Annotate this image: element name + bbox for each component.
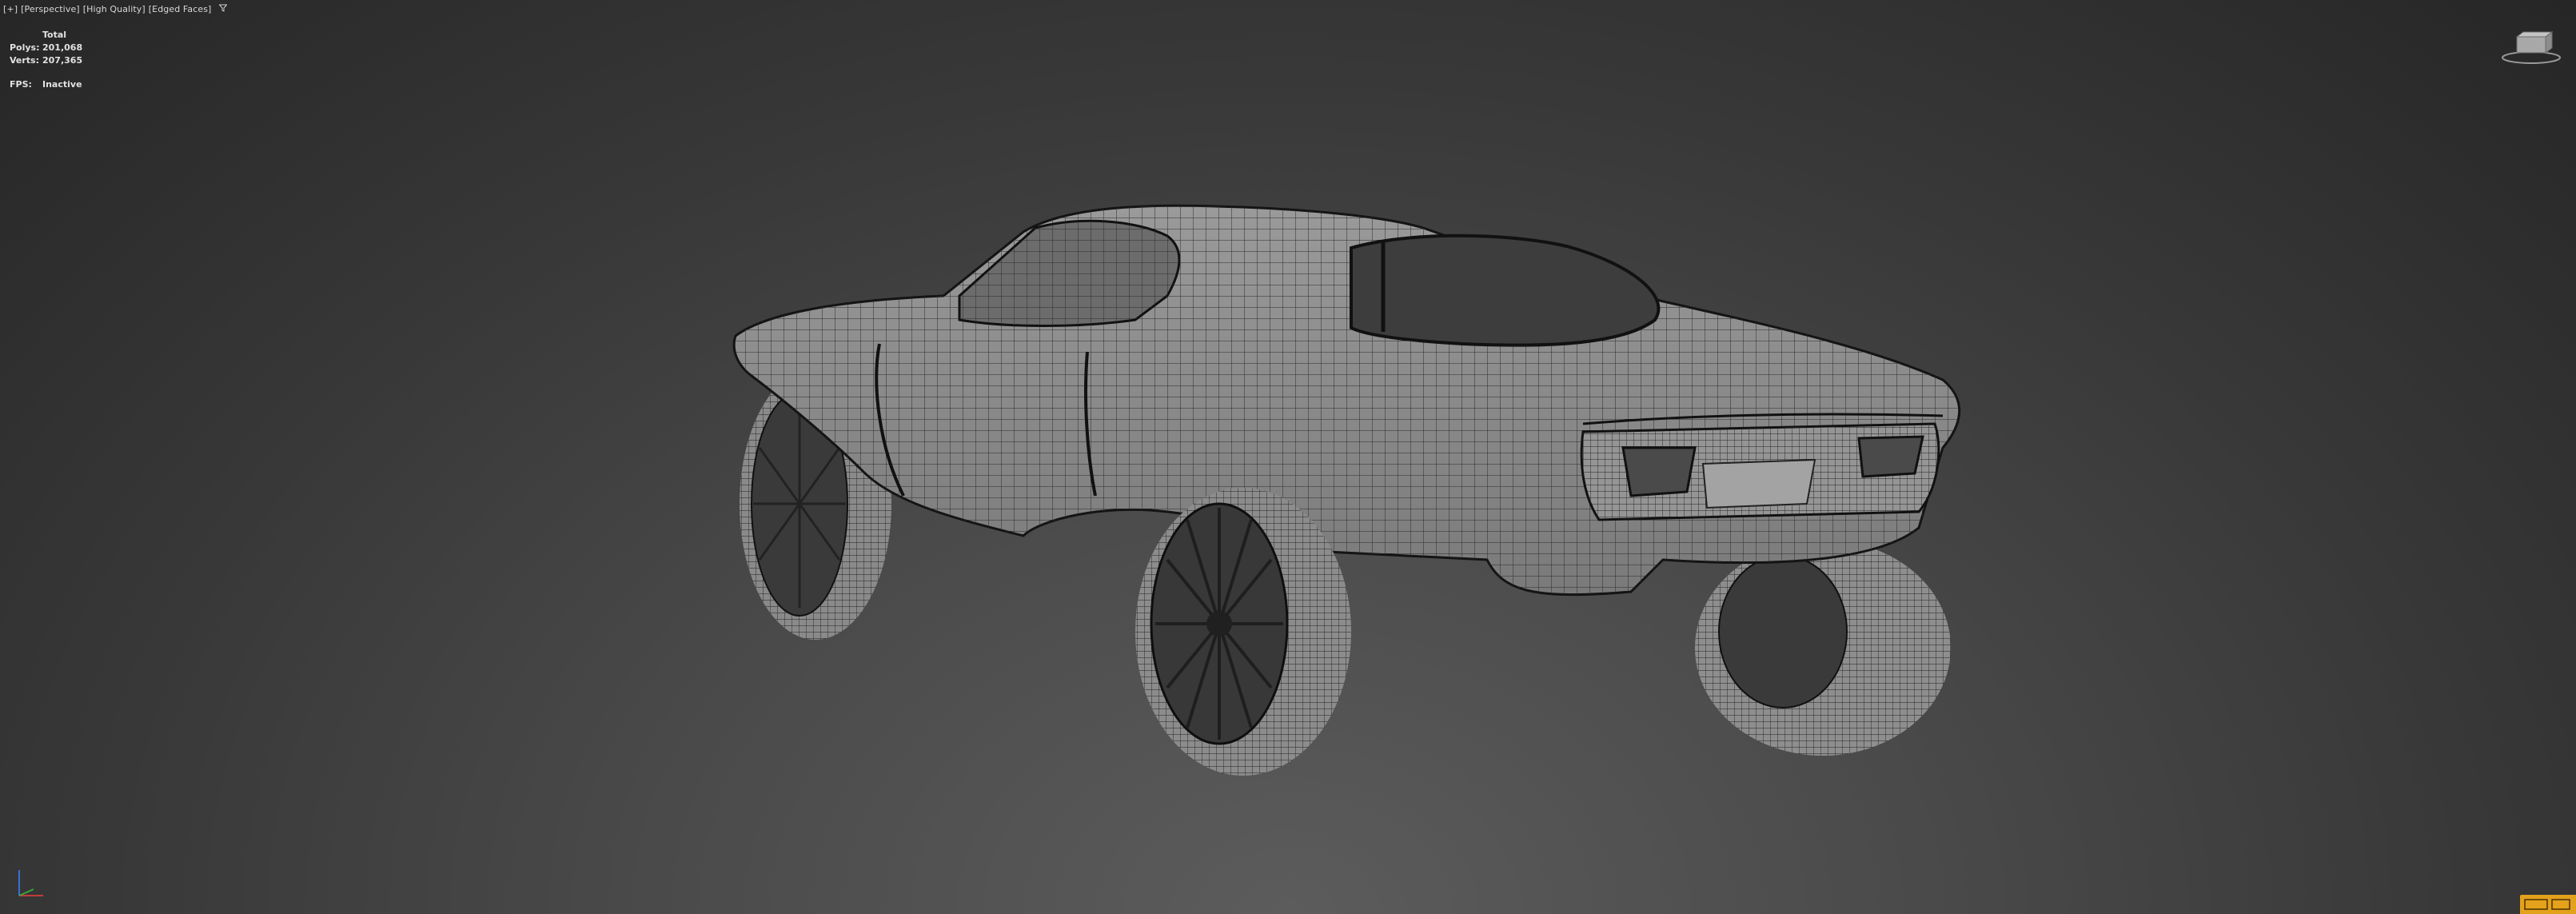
stats-header: Total (42, 30, 67, 40)
viewport-quality-label[interactable]: [High Quality] (83, 4, 146, 14)
viewport-menu-button[interactable]: [+] (3, 4, 18, 14)
viewcube-icon[interactable] (2499, 29, 2563, 67)
polys-label: Polys: (10, 42, 40, 53)
verts-label: Verts: (10, 55, 40, 66)
rear-right-wheel (1695, 540, 1951, 756)
polys-value: 201,068 (42, 42, 83, 53)
rear-left-wheel (1135, 488, 1351, 776)
axis-tripod-icon (18, 870, 43, 896)
3d-viewport[interactable]: [+] [Perspective] [High Quality] [Edged … (0, 0, 2576, 914)
fps-value: Inactive (42, 79, 82, 90)
car-body (732, 204, 1961, 597)
filter-icon[interactable] (218, 4, 229, 14)
fps-label: FPS: (10, 79, 32, 90)
viewport-view-label[interactable]: [Perspective] (21, 4, 80, 14)
verts-value: 207,365 (42, 55, 83, 66)
navigation-gizmo-icon[interactable] (2520, 895, 2576, 914)
viewport-label-bar: [+] [Perspective] [High Quality] [Edged … (3, 4, 229, 14)
car-wireframe-model[interactable] (720, 184, 2207, 792)
statistics-overlay: Total Polys: 201,068 Verts: 207,365 FPS:… (10, 29, 82, 91)
viewport-shading-label[interactable]: [Edged Faces] (149, 4, 212, 14)
